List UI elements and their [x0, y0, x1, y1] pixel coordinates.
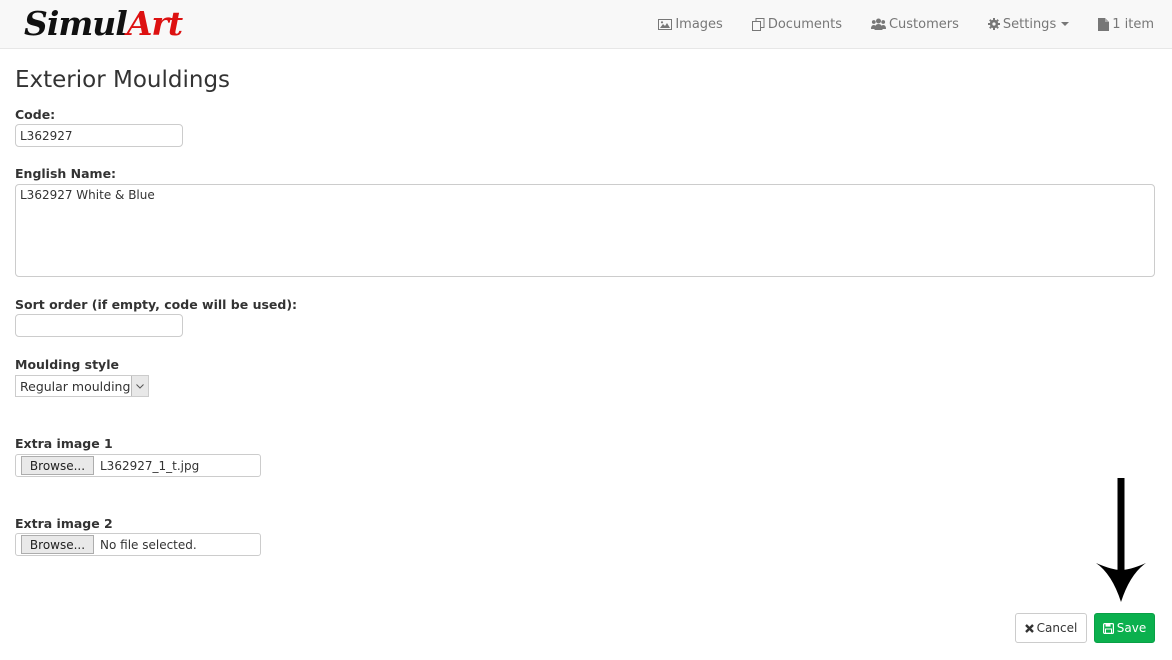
chevron-down-icon[interactable]	[131, 376, 148, 396]
sort-order-input[interactable]	[15, 314, 183, 337]
extra-image-2-file-input[interactable]: Browse... No file selected.	[15, 533, 261, 556]
close-icon	[1024, 623, 1034, 633]
nav-cart-label: 1 item	[1112, 16, 1154, 32]
extra-image-2-browse-button[interactable]: Browse...	[21, 535, 94, 554]
nav-images[interactable]: Images	[658, 17, 723, 32]
caret-down-icon	[1061, 22, 1070, 26]
image-icon	[658, 18, 673, 30]
nav-settings-label: Settings	[1002, 16, 1057, 32]
documents-icon	[751, 17, 765, 31]
nav-images-label: Images	[675, 16, 723, 32]
code-input[interactable]	[15, 124, 183, 147]
floppy-disk-icon	[1102, 622, 1114, 634]
page-title: Exterior Mouldings	[15, 67, 231, 93]
nav-cart-items[interactable]: 1 item	[1098, 17, 1154, 32]
sort-order-label: Sort order (if empty, code will be used)…	[15, 297, 298, 312]
cancel-button[interactable]: Cancel	[1015, 613, 1087, 643]
navbar: SimulArt Images Documents Customers Sett…	[0, 0, 1172, 49]
extra-image-1-browse-button[interactable]: Browse...	[21, 456, 94, 475]
nav-documents-label: Documents	[767, 16, 842, 32]
annotation-arrow-icon	[1096, 478, 1146, 602]
english-name-label: English Name:	[15, 166, 117, 181]
moulding-style-select[interactable]: Regular moulding	[15, 375, 149, 397]
brand-logo[interactable]: SimulArt	[24, 2, 183, 46]
extra-image-2-label: Extra image 2	[15, 516, 113, 531]
nav-customers[interactable]: Customers	[870, 16, 959, 32]
english-name-textarea[interactable]: L362927 White & Blue	[15, 184, 1155, 277]
moulding-style-label: Moulding style	[15, 357, 119, 372]
extra-image-2-filename: No file selected.	[100, 537, 197, 552]
code-label: Code:	[15, 107, 56, 122]
nav-settings-dropdown[interactable]: Settings	[987, 16, 1070, 32]
file-icon	[1098, 17, 1110, 31]
nav-customers-label: Customers	[888, 16, 959, 32]
gear-icon	[987, 18, 1000, 30]
brand-part-simul: Simul	[24, 4, 128, 43]
brand-part-art: Art	[126, 4, 183, 43]
nav-menu: Images Documents Customers Settings 1 it…	[629, 0, 1154, 48]
users-icon	[870, 18, 886, 30]
nav-documents[interactable]: Documents	[751, 16, 842, 32]
cancel-label: Cancel	[1036, 621, 1078, 635]
extra-image-1-label: Extra image 1	[15, 436, 113, 451]
extra-image-1-filename: L362927_1_t.jpg	[100, 458, 200, 473]
moulding-style-selected: Regular moulding	[20, 378, 131, 394]
extra-image-1-file-input[interactable]: Browse... L362927_1_t.jpg	[15, 454, 261, 477]
save-button[interactable]: Save	[1094, 613, 1155, 643]
save-label: Save	[1116, 621, 1147, 635]
